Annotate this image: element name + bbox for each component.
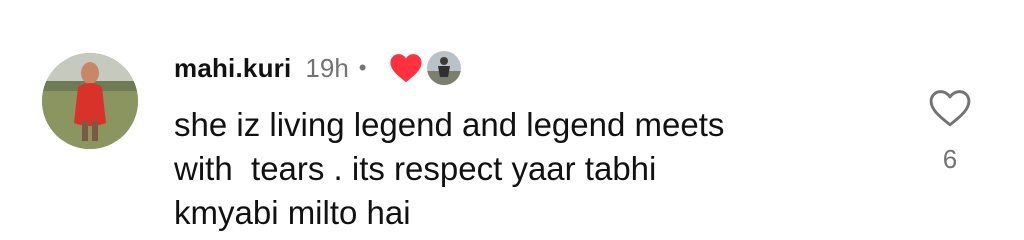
username-link[interactable]: mahi.kuri bbox=[174, 53, 291, 84]
avatar-photo bbox=[42, 53, 138, 149]
separator-dot: • bbox=[358, 55, 367, 80]
heart-outline-icon[interactable] bbox=[928, 88, 972, 128]
liker-avatar bbox=[426, 51, 461, 85]
avatar[interactable] bbox=[42, 53, 138, 149]
heart-filled-icon bbox=[389, 52, 423, 84]
like-button[interactable] bbox=[928, 88, 972, 128]
comment-item: mahi.kuri 19h • she iz living legend and… bbox=[0, 0, 1024, 240]
comment-header: mahi.kuri 19h • bbox=[174, 48, 461, 88]
comment-text: she iz living legend and legend meets wi… bbox=[174, 106, 725, 231]
comment-timestamp[interactable]: 19h bbox=[305, 53, 348, 84]
like-count[interactable]: 6 bbox=[928, 144, 972, 175]
